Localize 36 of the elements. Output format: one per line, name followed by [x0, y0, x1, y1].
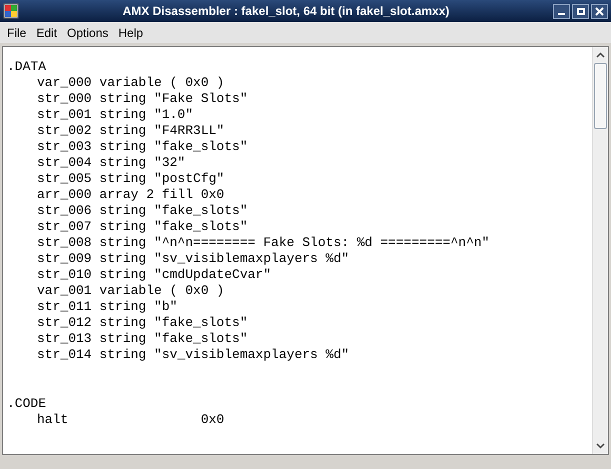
menu-item[interactable]: Options [62, 24, 114, 42]
code-line: str_005 string "postCfg" [36, 171, 224, 187]
code-line: var_001 variable ( 0x0 ) [36, 283, 224, 299]
code-line: str_013 string "fake_slots" [36, 331, 248, 347]
code-line: halt 0x0 [36, 412, 224, 428]
code-line: str_000 string "Fake Slots" [36, 91, 248, 107]
minimize-button[interactable] [553, 4, 570, 18]
code-line: str_007 string "fake_slots" [36, 219, 248, 235]
scrollbar[interactable] [592, 47, 608, 454]
menu-item[interactable]: Help [113, 24, 148, 42]
code-line: str_010 string "cmdUpdateCvar" [36, 267, 272, 283]
code-line: str_003 string "fake_slots" [36, 139, 248, 155]
maximize-button[interactable] [572, 4, 589, 18]
code-line: str_012 string "fake_slots" [36, 315, 248, 331]
window-title: AMX Disassembler : fakel_slot, 64 bit (in fakel_slot.amxx) [122, 3, 450, 20]
code-line: str_011 string "b" [36, 299, 178, 315]
menu-item[interactable]: File [2, 24, 32, 42]
scroll-thumb[interactable] [594, 63, 607, 129]
code-line: str_006 string "fake_slots" [36, 203, 248, 219]
text-area[interactable] [2, 46, 609, 455]
menu-item[interactable]: Edit [31, 24, 62, 42]
app-icon [3, 3, 19, 19]
code-line: str_009 string "sv_visiblemaxplayers %d" [36, 251, 350, 267]
code-line: arr_000 array 2 fill 0x0 [36, 187, 224, 203]
code-line: str_004 string "32" [36, 155, 186, 171]
code-line: var_000 variable ( 0x0 ) [36, 75, 224, 91]
close-button[interactable] [591, 4, 608, 18]
code-line: str_001 string "1.0" [36, 107, 194, 123]
code-line: str_014 string "sv_visiblemaxplayers %d" [36, 347, 350, 363]
section-label: .CODE [6, 396, 46, 412]
close-icon [595, 6, 604, 16]
section-label: .DATA [6, 59, 46, 75]
code-line: str_008 string "^n^n======== Fake Slots: %d =========^n^n" [36, 235, 490, 251]
caret-down-icon [596, 443, 605, 449]
caret-up-icon [596, 52, 605, 58]
code-line: str_002 string "F4RR3LL" [36, 123, 224, 139]
